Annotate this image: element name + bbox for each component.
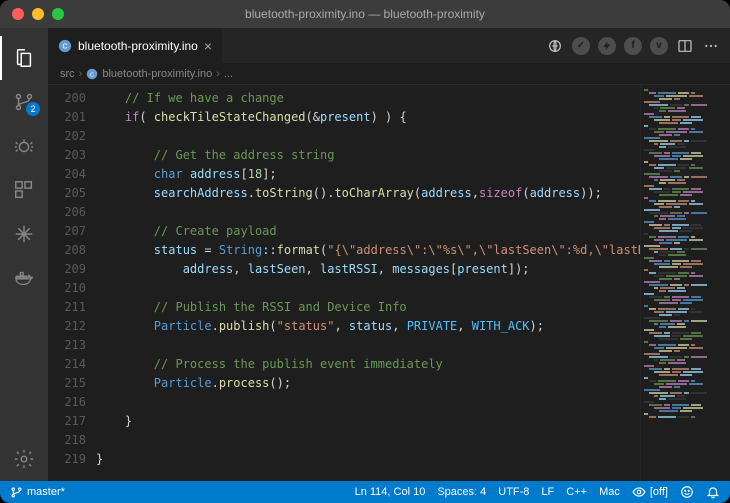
bug-icon: [13, 135, 35, 157]
status-bar: master* Ln 114, Col 10 Spaces: 4 UTF-8 L…: [0, 481, 730, 503]
status-lncol[interactable]: Ln 114, Col 10: [355, 486, 426, 498]
window-close-button[interactable]: [12, 8, 24, 20]
window-title: bluetooth-proximity.ino — bluetooth-prox…: [245, 7, 485, 21]
svg-text:C: C: [62, 43, 67, 50]
window-minimize-button[interactable]: [32, 8, 44, 20]
breadcrumb-folder[interactable]: src: [60, 68, 75, 80]
editor-actions: ✓ f v: [546, 28, 730, 63]
activity-scm[interactable]: 2: [0, 80, 48, 124]
scm-badge: 2: [26, 102, 40, 116]
gear-icon: [13, 448, 35, 470]
activity-particle[interactable]: [0, 212, 48, 256]
window-zoom-button[interactable]: [52, 8, 64, 20]
function-button[interactable]: f: [624, 37, 642, 55]
smiley-icon: [680, 485, 694, 499]
browse-icon[interactable]: [546, 37, 564, 55]
activity-debug[interactable]: [0, 124, 48, 168]
files-icon: [13, 47, 35, 69]
status-platform[interactable]: Mac: [599, 486, 620, 498]
activity-extensions[interactable]: [0, 168, 48, 212]
activity-explorer[interactable]: [0, 36, 48, 80]
docker-icon: [13, 267, 35, 289]
verify-button[interactable]: ✓: [572, 37, 590, 55]
line-gutter: 200 201 202 203 204 205 206 207 208 209 …: [48, 85, 96, 481]
breadcrumb-bar[interactable]: src › C bluetooth-proximity.ino › ...: [48, 63, 730, 85]
status-branch[interactable]: master*: [10, 486, 65, 499]
cpp-file-icon: C: [58, 39, 72, 53]
status-feedback[interactable]: [680, 485, 694, 499]
svg-text:C: C: [90, 72, 94, 78]
chevron-right-icon: ›: [216, 68, 220, 80]
status-spaces[interactable]: Spaces: 4: [437, 486, 486, 498]
eye-icon: [632, 485, 646, 499]
activity-bar: 2: [0, 28, 48, 481]
split-editor-icon[interactable]: [676, 37, 694, 55]
flash-button[interactable]: [598, 37, 616, 55]
branch-icon: [10, 486, 23, 499]
cpp-file-icon: C: [86, 68, 98, 80]
more-icon[interactable]: [702, 37, 720, 55]
bell-icon: [706, 485, 720, 499]
extensions-icon: [13, 179, 35, 201]
chevron-right-icon: ›: [79, 68, 83, 80]
tab-close-icon[interactable]: ×: [204, 38, 212, 54]
status-liveshare[interactable]: [off]: [632, 485, 668, 499]
tab-filename: bluetooth-proximity.ino: [78, 39, 198, 53]
activity-settings[interactable]: [0, 437, 48, 481]
status-lang[interactable]: C++: [566, 486, 587, 498]
tab-bar: C bluetooth-proximity.ino × ✓ f v: [48, 28, 730, 63]
breadcrumb-symbol[interactable]: ...: [224, 68, 233, 80]
status-eol[interactable]: LF: [541, 486, 554, 498]
status-notifications[interactable]: [706, 485, 720, 499]
status-encoding[interactable]: UTF-8: [498, 486, 529, 498]
star-icon: [13, 223, 35, 245]
editor-tab[interactable]: C bluetooth-proximity.ino ×: [48, 28, 223, 63]
minimap[interactable]: [640, 85, 730, 481]
code-editor[interactable]: // If we have a change if( checkTileStat…: [96, 85, 640, 481]
breadcrumb-file[interactable]: bluetooth-proximity.ino: [102, 68, 212, 80]
activity-docker[interactable]: [0, 256, 48, 300]
variable-button[interactable]: v: [650, 37, 668, 55]
titlebar: bluetooth-proximity.ino — bluetooth-prox…: [0, 0, 730, 28]
